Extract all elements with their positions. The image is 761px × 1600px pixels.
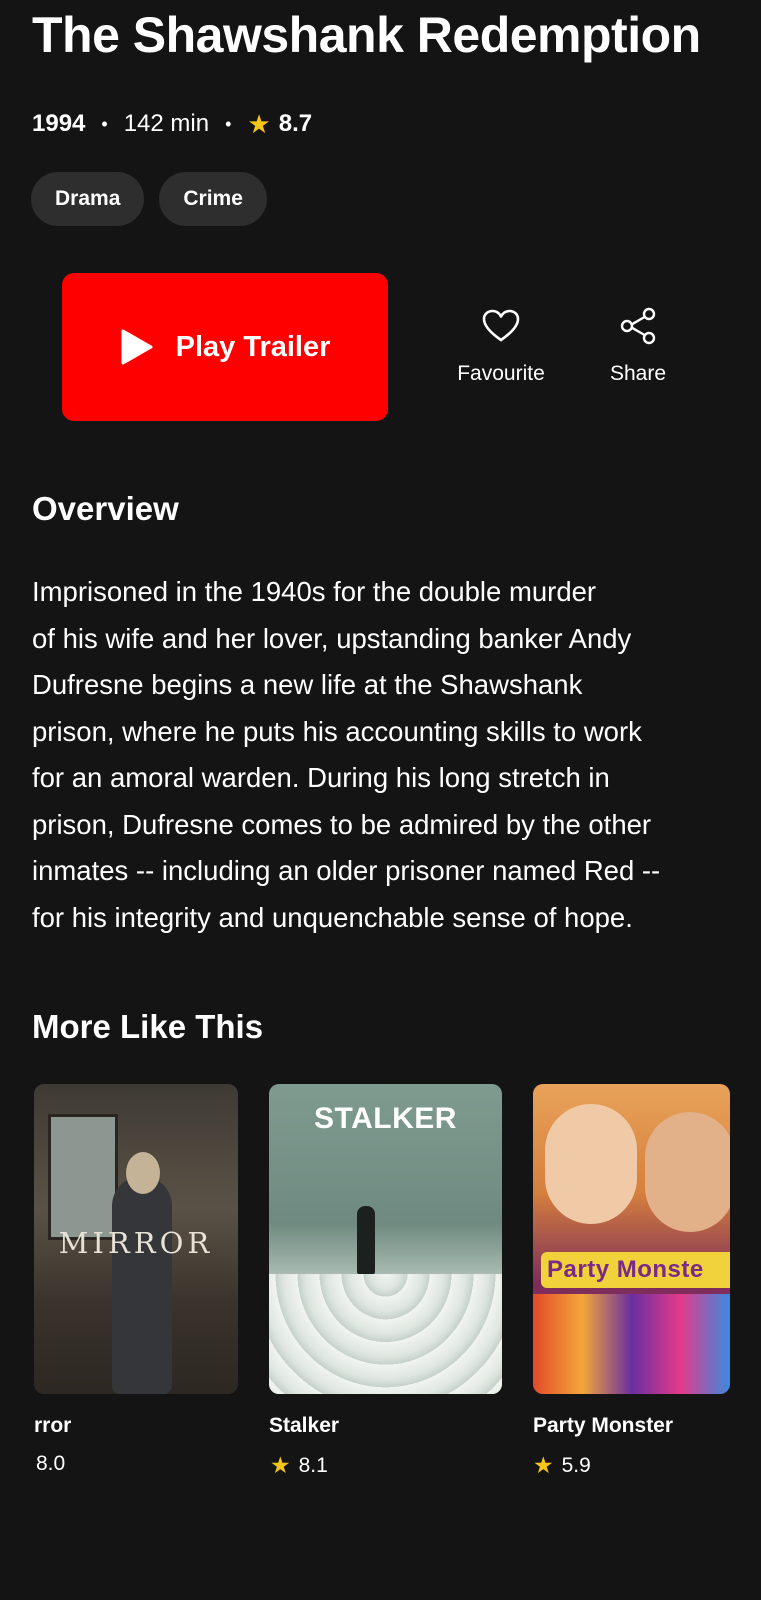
card-title[interactable]: Party Monster: [533, 1414, 673, 1438]
movie-rating: 8.7: [278, 110, 313, 137]
poster-title-text: STALKER: [314, 1102, 457, 1135]
poster-art: [126, 1152, 160, 1194]
card-rating-value: 8.0: [36, 1452, 66, 1475]
genre-chip-drama[interactable]: Drama: [31, 172, 145, 226]
overview-line: Dufresne begins a new life at the Shawsh…: [32, 669, 583, 700]
overview-text: Imprisoned in the 1940s for the double m…: [32, 569, 732, 941]
card-rating-value: 8.1: [298, 1453, 328, 1477]
poster-mirror[interactable]: MIRROR: [34, 1084, 238, 1394]
star-icon: ★: [270, 1452, 291, 1478]
card-rating: ★ 5.9: [533, 1452, 591, 1479]
play-trailer-button[interactable]: Play Trailer: [62, 273, 388, 421]
poster-title-text: Party Monste: [547, 1256, 704, 1283]
card-title[interactable]: Stalker: [269, 1414, 339, 1438]
play-icon: [121, 329, 153, 365]
poster-art: [645, 1112, 730, 1232]
poster-art: [269, 1274, 502, 1394]
poster-party-monster[interactable]: Party Monste: [533, 1084, 730, 1394]
overview-line: for an amoral warden. During his long st…: [32, 762, 610, 793]
favourite-button[interactable]: Favourite: [446, 306, 556, 386]
poster-title-text: MIRROR: [58, 1226, 214, 1260]
card-rating-value: 5.9: [561, 1453, 591, 1477]
poster-art: [48, 1114, 118, 1240]
card-rating: ★ 8.1: [270, 1452, 328, 1479]
share-label: Share: [609, 362, 667, 385]
genre-chips: Drama Crime: [31, 172, 267, 226]
poster-art: [112, 1176, 172, 1394]
poster-art: [533, 1294, 730, 1394]
heart-icon: [482, 309, 520, 342]
card-rating: 8.0: [36, 1452, 65, 1476]
genre-chip-crime[interactable]: Crime: [159, 172, 267, 226]
movie-year: 1994: [32, 110, 86, 137]
star-icon: ★: [533, 1452, 554, 1478]
meta-separator: •: [225, 113, 232, 134]
poster-stalker[interactable]: STALKER: [269, 1084, 502, 1394]
favourite-label: Favourite: [457, 362, 545, 385]
share-icon: [620, 307, 656, 345]
more-like-this-heading: More Like This: [32, 1008, 264, 1045]
poster-art: [357, 1206, 375, 1274]
movie-runtime: 142 min: [123, 110, 210, 137]
overview-line: prison, Dufresne comes to be admired by …: [32, 808, 652, 840]
share-button[interactable]: Share: [598, 306, 678, 386]
overview-line: prison, where he puts his accounting ski…: [32, 715, 642, 747]
overview-line: Imprisoned in the 1940s for the double m…: [32, 576, 597, 607]
overview-line: of his wife and her lover, upstanding ba…: [32, 622, 632, 654]
movie-title: The Shawshank Redemption: [32, 7, 701, 63]
meta-separator: •: [101, 113, 108, 134]
overview-line: inmates -- including an older prisoner n…: [32, 855, 661, 886]
movie-meta: 1994 • 142 min • ★ 8.7: [32, 106, 312, 142]
overview-heading: Overview: [32, 490, 179, 527]
poster-art: [545, 1104, 637, 1224]
overview-line: for his integrity and unquenchable sense…: [32, 901, 633, 933]
play-trailer-label: Play Trailer: [175, 330, 331, 363]
card-title[interactable]: rror: [34, 1414, 71, 1438]
star-icon: ★: [247, 108, 271, 139]
